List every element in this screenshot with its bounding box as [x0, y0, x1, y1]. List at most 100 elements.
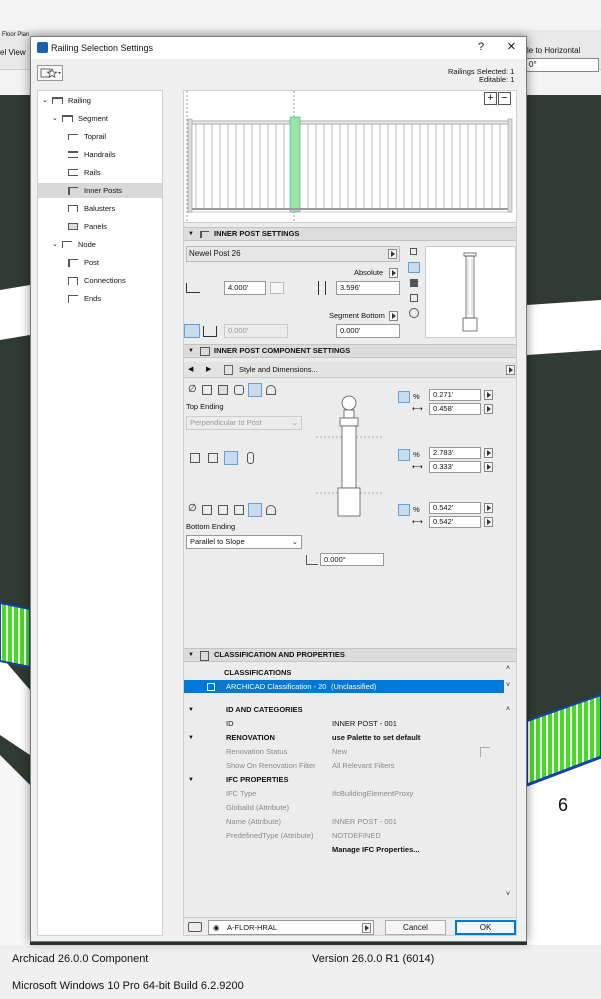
- offset-mode-icon[interactable]: [184, 324, 200, 338]
- dialog-titlebar[interactable]: Railing Selection Settings ? ×: [31, 37, 526, 59]
- scroll-up-icon[interactable]: ˄: [506, 703, 510, 717]
- height-dim-icon[interactable]: [398, 504, 410, 516]
- property-row[interactable]: IFC Type IfcBuildingElementProxy: [184, 787, 516, 801]
- round-ending-icon[interactable]: [234, 385, 244, 395]
- property-row[interactable]: Renovation Status New: [184, 745, 516, 759]
- chevron-right-icon[interactable]: [388, 249, 397, 259]
- property-row[interactable]: ▼ IFC PROPERTIES: [184, 773, 516, 787]
- segment-bottom-field[interactable]: 0.000': [336, 324, 400, 338]
- chevron-down-icon[interactable]: ⌄: [42, 93, 48, 108]
- segment-bottom-arrow-button[interactable]: [389, 311, 398, 321]
- tree-item-node[interactable]: ⌄ Node: [38, 237, 162, 252]
- height-dim-icon[interactable]: [398, 391, 410, 403]
- zoom-in-button[interactable]: +: [484, 92, 497, 105]
- percent-toggle[interactable]: %: [413, 505, 420, 514]
- object-selector[interactable]: Newel Post 26: [186, 246, 400, 262]
- scroll-down-icon[interactable]: ˅: [506, 891, 510, 898]
- cancel-button[interactable]: Cancel: [385, 920, 446, 935]
- property-row[interactable]: PredefinedType (Attribute) NOTDEFINED: [184, 829, 516, 843]
- inner-post-settings-header[interactable]: ▼ INNER POST SETTINGS: [184, 227, 516, 241]
- bottom-height-arrow[interactable]: [484, 503, 493, 513]
- none-ending-icon[interactable]: ∅: [188, 384, 197, 395]
- align-horizontal-button[interactable]: le to Horizontal: [527, 46, 580, 55]
- tree-item-post[interactable]: Post: [38, 255, 162, 270]
- section-view-icon[interactable]: [410, 294, 418, 302]
- cube-ending-icon[interactable]: [202, 385, 212, 395]
- absolute-arrow-button[interactable]: [389, 268, 398, 278]
- tree-item-connections[interactable]: Connections: [38, 273, 162, 288]
- top-height-arrow[interactable]: [484, 390, 493, 400]
- none-base-icon[interactable]: ∅: [188, 503, 197, 514]
- tree-item-panels[interactable]: Panels: [38, 219, 162, 234]
- manage-ifc-properties-row[interactable]: Manage IFC Properties...: [184, 843, 516, 857]
- turned-shaft-icon[interactable]: [247, 452, 254, 464]
- floor-plan-view-icon[interactable]: [410, 248, 417, 255]
- square-shaft-icon[interactable]: [190, 453, 200, 463]
- percent-toggle[interactable]: %: [413, 450, 420, 459]
- favorites-button[interactable]: [37, 65, 63, 81]
- angle-field[interactable]: 0.000°: [320, 553, 384, 566]
- chevron-down-icon[interactable]: ⌄: [52, 111, 58, 126]
- tree-item-rails[interactable]: Rails: [38, 165, 162, 180]
- mid-width-field[interactable]: 0.333': [429, 461, 481, 473]
- top-width-field[interactable]: 0.458': [429, 403, 481, 415]
- property-value[interactable]: NOTDEFINED: [332, 829, 381, 843]
- bottom-width-field[interactable]: 0.542': [429, 516, 481, 528]
- help-button[interactable]: ?: [478, 41, 484, 53]
- property-row[interactable]: Show On Renovation Filter All Relevant F…: [184, 759, 516, 773]
- bottom-height-field[interactable]: 0.542': [429, 502, 481, 514]
- mid-width-arrow[interactable]: [484, 462, 493, 472]
- scroll-down-icon[interactable]: ˅: [506, 682, 510, 689]
- stepped-base-icon[interactable]: [248, 503, 262, 517]
- close-button[interactable]: ×: [507, 38, 516, 55]
- height-dim-icon[interactable]: [398, 449, 410, 461]
- tree-item-railing[interactable]: ⌄ Railing: [38, 93, 162, 108]
- link-chain-icon[interactable]: [270, 282, 284, 294]
- tree-item-ends[interactable]: Ends: [38, 291, 162, 306]
- property-row[interactable]: Name (Attribute) INNER POST - 001: [184, 815, 516, 829]
- chevron-down-icon[interactable]: ⌄: [52, 237, 58, 252]
- fluted-shaft-icon[interactable]: [224, 451, 238, 465]
- cube-base-icon[interactable]: [202, 505, 212, 515]
- collapse-icon[interactable]: ▼: [188, 649, 194, 661]
- info-icon[interactable]: [409, 308, 419, 318]
- collapse-icon[interactable]: ▼: [188, 228, 194, 240]
- eye-icon[interactable]: ◉: [213, 921, 220, 934]
- cap-ending-icon[interactable]: [266, 385, 276, 395]
- bottom-width-arrow[interactable]: [484, 517, 493, 527]
- tree-item-handrails[interactable]: Handrails: [38, 147, 162, 162]
- property-value[interactable]: INNER POST - 001: [332, 815, 397, 829]
- property-value[interactable]: All Relevant Filters: [332, 759, 395, 773]
- collapse-icon[interactable]: ▼: [188, 731, 194, 745]
- classification-header[interactable]: ▼ CLASSIFICATION AND PROPERTIES: [184, 648, 516, 662]
- layer-dropdown-arrow[interactable]: [362, 923, 371, 933]
- elevation-view-icon[interactable]: [408, 262, 420, 273]
- angle-field[interactable]: 0°: [526, 58, 599, 72]
- collapse-icon[interactable]: ▼: [188, 773, 194, 787]
- next-page-icon[interactable]: ▶: [206, 365, 218, 375]
- prev-page-icon[interactable]: ◀: [188, 365, 200, 375]
- octagon-shaft-icon[interactable]: [208, 453, 218, 463]
- property-value[interactable]: INNER POST - 001: [332, 717, 397, 731]
- tree-item-inner-posts[interactable]: Inner Posts: [38, 183, 162, 198]
- scroll-up-icon[interactable]: ˄: [506, 665, 510, 672]
- renovation-palette-icon[interactable]: [480, 747, 490, 757]
- layer-selector[interactable]: ◉ A-FLOR-HRAL: [208, 920, 374, 935]
- top-width-arrow[interactable]: [484, 404, 493, 414]
- spacing-icon[interactable]: [203, 326, 217, 337]
- collapse-icon[interactable]: ▼: [188, 703, 194, 717]
- page-selector[interactable]: Style and Dimensions...: [239, 365, 318, 374]
- bevel-base-icon[interactable]: [218, 505, 228, 515]
- manage-ifc-properties-link[interactable]: Manage IFC Properties...: [332, 843, 420, 857]
- top-height-field[interactable]: 0.271': [429, 389, 481, 401]
- property-row[interactable]: GlobalId (Attribute): [184, 801, 516, 815]
- bottom-ending-select[interactable]: Parallel to Slope ⌄: [186, 535, 302, 549]
- property-row[interactable]: ID INNER POST - 001: [184, 717, 516, 731]
- component-settings-header[interactable]: ▼ INNER POST COMPONENT SETTINGS: [184, 344, 516, 358]
- tree-item-toprail[interactable]: Toprail: [38, 129, 162, 144]
- mid-height-field[interactable]: 2.783': [429, 447, 481, 459]
- finial-ending-icon[interactable]: [248, 383, 262, 397]
- percent-toggle[interactable]: %: [413, 392, 420, 401]
- tree-item-balusters[interactable]: Balusters: [38, 201, 162, 216]
- zoom-out-button[interactable]: −: [498, 92, 511, 105]
